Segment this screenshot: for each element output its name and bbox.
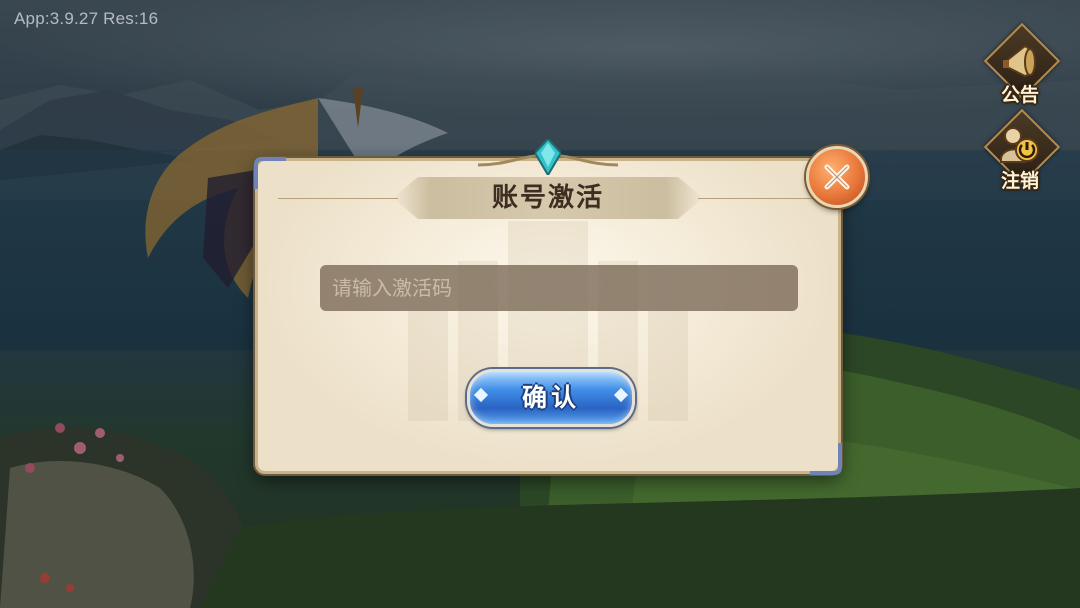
close-icon <box>824 164 850 190</box>
confirm-button[interactable]: 确认 <box>467 369 635 427</box>
version-text: App:3.9.27 Res:16 <box>14 9 159 28</box>
notice-label: 公告 <box>1000 84 1039 106</box>
dialog-title: 账号激活 <box>491 183 604 213</box>
game-screen: App:3.9.27 Res:16 公告 注销 账号激活 请输入激活码 确认 <box>0 0 1080 608</box>
title-divider-left <box>278 198 398 199</box>
close-button[interactable] <box>806 146 868 208</box>
activation-dialog: 账号激活 请输入激活码 确认 <box>254 139 842 475</box>
corner-ornament-icon <box>810 443 842 475</box>
activation-code-input[interactable]: 请输入激活码 <box>320 265 798 311</box>
logout-button[interactable]: 注销 <box>983 108 1061 196</box>
title-divider-right <box>698 198 818 199</box>
corner-ornament-icon <box>254 157 286 189</box>
logout-label: 注销 <box>1000 170 1039 192</box>
gem-icon <box>535 139 561 175</box>
confirm-label: 确认 <box>521 383 580 412</box>
notice-button[interactable]: 公告 <box>983 22 1061 110</box>
